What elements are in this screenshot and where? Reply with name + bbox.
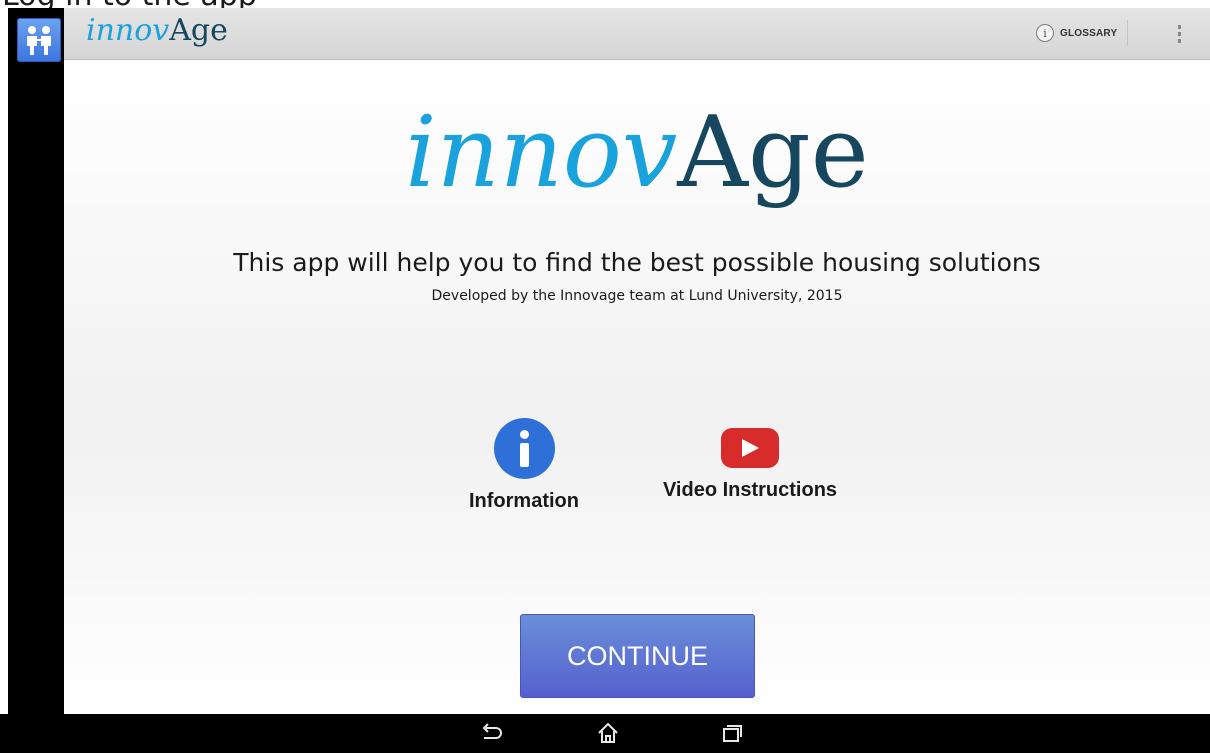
credit-line: Developed by the Innovage team at Lund U… <box>431 288 843 304</box>
left-black-bar <box>8 8 64 714</box>
glossary-button[interactable]: i GLOSSARY <box>1034 20 1129 46</box>
home-icon[interactable] <box>594 720 622 746</box>
youtube-play-icon <box>721 428 779 468</box>
action-bar: innovAge i GLOSSARY <box>64 8 1210 60</box>
app-bar-logo[interactable]: innovAge <box>86 12 228 50</box>
main-content: innovAge This app will help you to find … <box>64 60 1210 714</box>
information-label: Information <box>469 490 579 512</box>
clipped-caption: Log in to the app <box>0 0 1210 8</box>
recent-apps-icon[interactable] <box>717 720 745 746</box>
two-people-icon[interactable] <box>17 18 61 62</box>
system-navigation-bar <box>0 714 1210 753</box>
hero-logo-upright: Age <box>677 96 869 210</box>
clipped-caption-text: Log in to the app <box>2 0 257 8</box>
hero-logo: innovAge <box>64 88 1210 218</box>
continue-label: CONTINUE <box>567 640 708 671</box>
info-circle-icon: i <box>1036 24 1054 42</box>
video-instructions-label: Video Instructions <box>662 479 838 501</box>
app-bar-logo-italic: innov <box>86 13 170 48</box>
video-instructions-button[interactable]: Video Instructions <box>648 418 852 502</box>
information-button[interactable]: Information <box>454 418 594 513</box>
overflow-menu-icon[interactable] <box>1167 22 1191 46</box>
tagline: This app will help you to find the best … <box>233 248 1041 277</box>
info-icon <box>493 418 555 479</box>
back-arrow-icon[interactable] <box>478 720 506 746</box>
glossary-label: GLOSSARY <box>1060 27 1118 39</box>
app-bar-logo-upright: Age <box>169 13 228 48</box>
hero-logo-italic: innov <box>405 96 678 210</box>
continue-button[interactable]: CONTINUE <box>520 614 755 698</box>
